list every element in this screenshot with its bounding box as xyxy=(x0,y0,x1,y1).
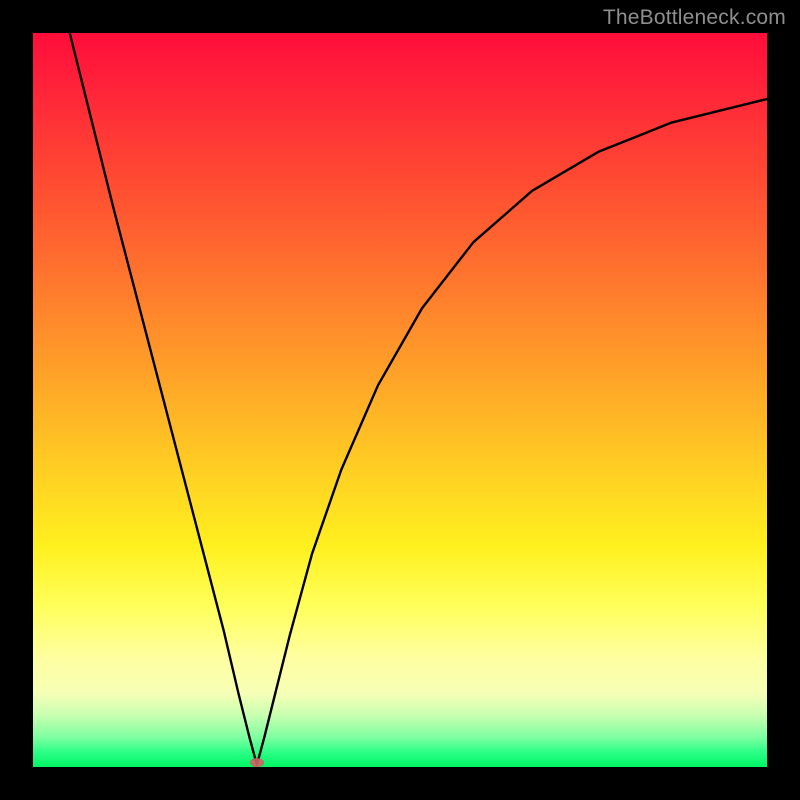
chart-frame: TheBottleneck.com xyxy=(0,0,800,800)
curve-path xyxy=(70,33,767,765)
plot-area xyxy=(33,33,767,767)
watermark-text: TheBottleneck.com xyxy=(603,6,786,30)
curve-svg xyxy=(33,33,767,767)
